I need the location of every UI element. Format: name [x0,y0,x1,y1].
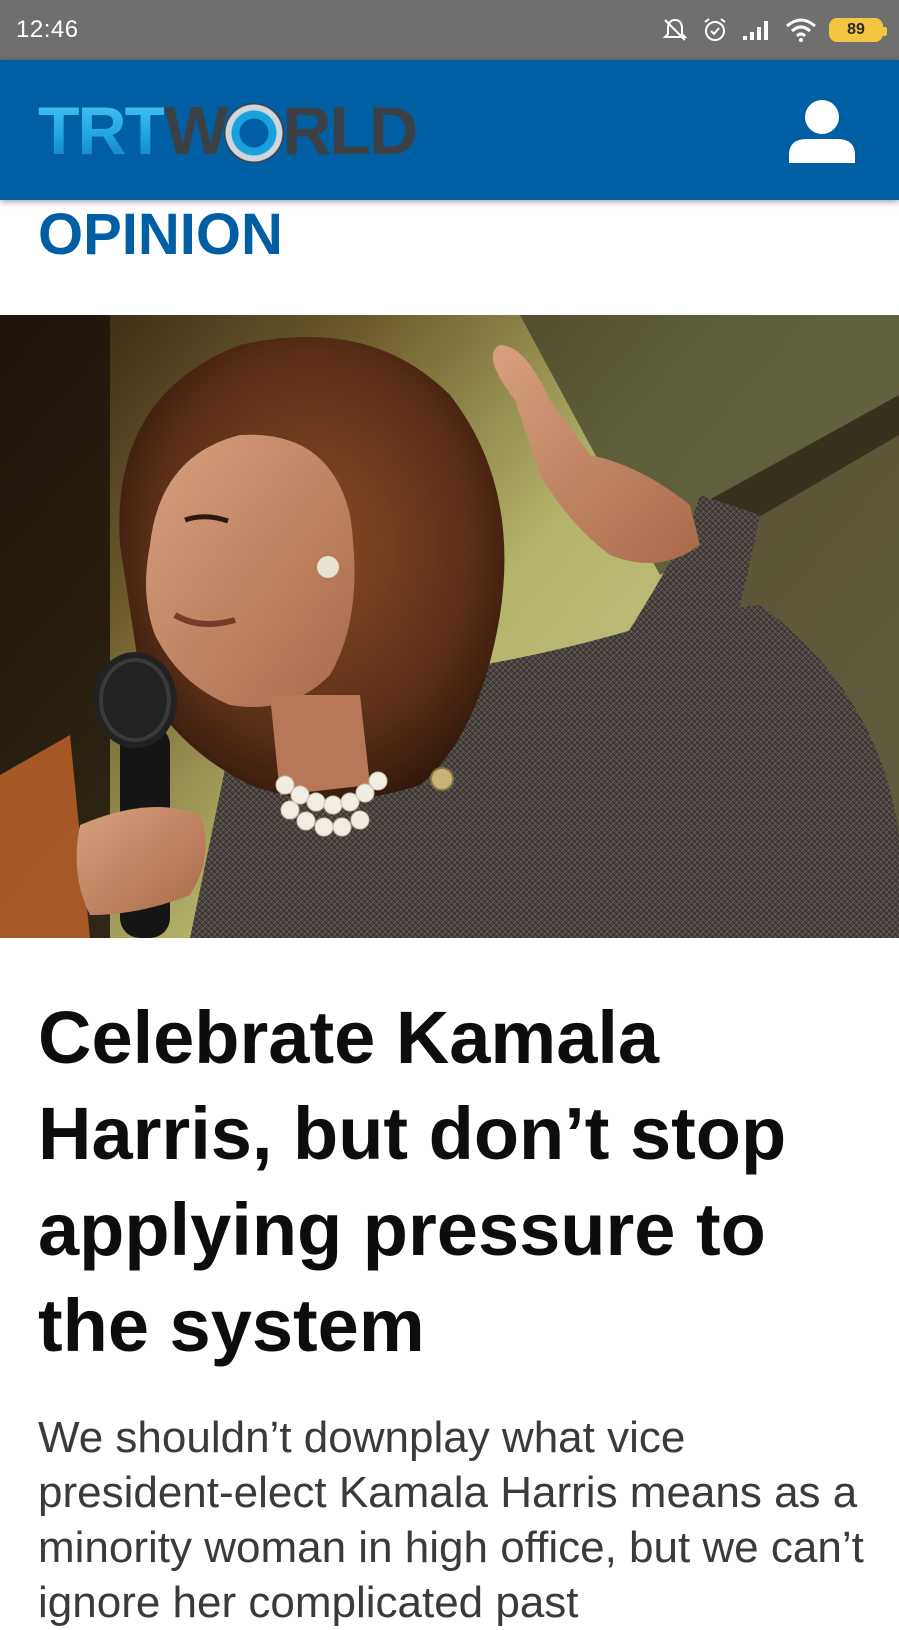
user-icon [789,100,855,163]
account-button[interactable] [785,94,859,168]
status-icons: 89 [661,16,887,44]
status-bar: 12:46 89 [0,0,899,60]
app-header: TRT W RLD [0,60,899,200]
logo-w-text: W [164,93,228,169]
globe-icon [224,103,285,163]
mute-icon [661,16,689,44]
section-label[interactable]: OPINION [38,203,283,267]
logo-rld-text: RLD [282,93,418,169]
wifi-icon [785,17,817,43]
status-time: 12:46 [16,16,79,43]
article-summary: We shouldn’t downplay what vice presiden… [38,1413,864,1627]
alarm-icon [701,16,729,44]
article-headline[interactable]: Celebrate Kamala Harris, but don’t stop … [38,990,868,1374]
trt-world-logo[interactable]: TRT W RLD [38,93,418,169]
battery-icon: 89 [829,18,887,42]
logo-trt-text: TRT [38,93,166,169]
signal-icon [741,18,773,42]
hero-photo [0,315,899,938]
article-hero-image[interactable] [0,315,899,938]
battery-level: 89 [847,21,865,38]
